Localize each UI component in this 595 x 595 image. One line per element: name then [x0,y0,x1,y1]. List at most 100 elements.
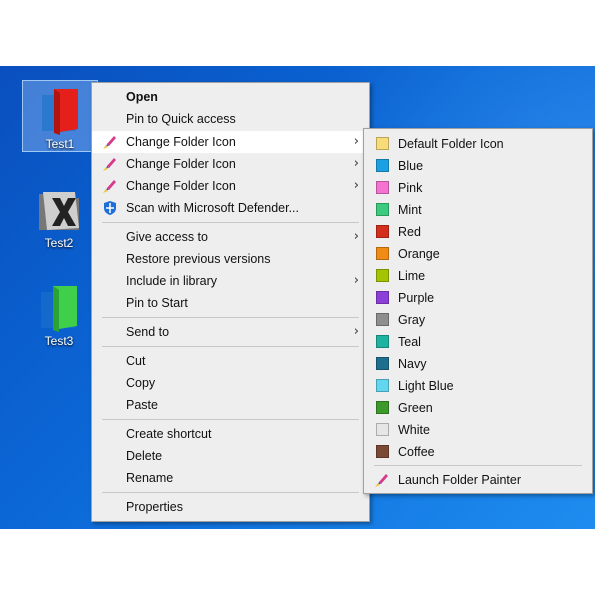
menu-item-label: Coffee [398,445,435,459]
submenu-item-blue[interactable]: Blue [364,155,592,177]
menu-item-label: Gray [398,313,426,327]
menu-item-label: Green [398,401,433,415]
color-swatch-icon [376,247,389,260]
chevron-right-icon: › [353,156,359,171]
folder-painter-icon [102,134,118,150]
menu-item-change-folder-icon[interactable]: Change Folder Icon › [92,131,369,153]
menu-divider [102,317,359,318]
menu-item-label: Light Blue [398,379,454,393]
menu-item-label: Copy [126,376,156,390]
menu-item-label: White [398,423,430,437]
submenu-item-navy[interactable]: Navy [364,353,592,375]
submenu-item-orange[interactable]: Orange [364,243,592,265]
menu-item-label: Navy [398,357,427,371]
menu-item-label: Scan with Microsoft Defender... [126,201,299,215]
menu-item-create-shortcut[interactable]: Create shortcut [92,423,369,445]
menu-item-label: Default Folder Icon [398,137,504,151]
color-swatch-icon [376,379,389,392]
defender-shield-icon [102,200,118,216]
submenu-item-green[interactable]: Green [364,397,592,419]
menu-item-label: Teal [398,335,421,349]
desktop-icon-test3[interactable]: Test3 [22,278,96,348]
menu-divider [102,346,359,347]
folder-painter-icon [374,472,390,488]
submenu-item-gray[interactable]: Gray [364,309,592,331]
menu-item-change-folder-icon[interactable]: Change Folder Icon › [92,175,369,197]
green-folder-icon [35,282,83,332]
menu-item-give-access[interactable]: Give access to › [92,226,369,248]
submenu-item-pink[interactable]: Pink [364,177,592,199]
submenu-item-coffee[interactable]: Coffee [364,441,592,463]
color-submenu: Default Folder Icon Blue Pink Mint Red Orange… [363,128,593,494]
menu-divider [374,465,582,466]
submenu-item-light-blue[interactable]: Light Blue [364,375,592,397]
menu-item-label: Cut [126,354,146,368]
menu-item-label: Lime [398,269,426,283]
menu-item-properties[interactable]: Properties [92,496,369,518]
chevron-right-icon: › [353,178,359,193]
menu-item-label: Create shortcut [126,427,212,441]
desktop-icon-label: Test1 [45,137,75,151]
menu-item-label: Change Folder Icon [126,135,236,149]
color-swatch-icon [376,401,389,414]
submenu-item-red[interactable]: Red [364,221,592,243]
menu-item-cut[interactable]: Cut [92,350,369,372]
color-swatch-icon [376,203,389,216]
color-swatch-icon [376,313,389,326]
menu-item-pin-start[interactable]: Pin to Start [92,292,369,314]
menu-item-pin-quick-access[interactable]: Pin to Quick access [92,108,369,130]
menu-item-scan-defender[interactable]: Scan with Microsoft Defender... [92,197,369,219]
menu-divider [102,492,359,493]
menu-item-label: Pink [398,181,423,195]
color-swatch-icon [376,335,389,348]
menu-item-label: Mint [398,203,422,217]
color-swatch-icon [376,159,389,172]
color-swatch-icon [376,445,389,458]
menu-item-paste[interactable]: Paste [92,394,369,416]
color-swatch-icon [376,225,389,238]
menu-item-label: Rename [126,471,174,485]
menu-divider [102,222,359,223]
desktop-icon-test1[interactable]: Test1 [22,80,98,152]
menu-item-label: Restore previous versions [126,252,271,266]
menu-item-launch-folder-painter[interactable]: Launch Folder Painter [364,469,592,491]
menu-item-rename[interactable]: Rename [92,467,369,489]
desktop-icon-test2[interactable]: Test2 [22,180,96,250]
menu-item-label: Pin to Start [126,296,188,310]
menu-item-open[interactable]: Open [92,86,369,108]
color-swatch-icon [376,181,389,194]
red-folder-icon [36,85,84,135]
menu-item-label: Include in library [126,274,218,288]
desktop-icon-label: Test3 [44,334,74,348]
chevron-right-icon: › [353,229,359,244]
menu-item-include-library[interactable]: Include in library › [92,270,369,292]
color-swatch-icon [376,423,389,436]
menu-item-label: Launch Folder Painter [398,473,521,487]
chevron-right-icon: › [353,134,359,149]
menu-item-label: Blue [398,159,424,173]
submenu-item-mint[interactable]: Mint [364,199,592,221]
menu-item-copy[interactable]: Copy [92,372,369,394]
submenu-item-teal[interactable]: Teal [364,331,592,353]
menu-item-change-folder-icon[interactable]: Change Folder Icon › [92,153,369,175]
menu-item-label: Send to [126,325,170,339]
menu-item-label: Orange [398,247,440,261]
submenu-item-white[interactable]: White [364,419,592,441]
submenu-item-lime[interactable]: Lime [364,265,592,287]
color-swatch-icon [376,357,389,370]
menu-item-send-to[interactable]: Send to › [92,321,369,343]
desktop-icon-label: Test2 [44,236,74,250]
chevron-right-icon: › [353,273,359,288]
menu-item-label: Purple [398,291,435,305]
submenu-item-default-folder-icon[interactable]: Default Folder Icon [364,133,592,155]
menu-item-restore-versions[interactable]: Restore previous versions [92,248,369,270]
menu-item-label: Give access to [126,230,208,244]
menu-item-label: Paste [126,398,158,412]
submenu-item-purple[interactable]: Purple [364,287,592,309]
folder-painter-icon [102,178,118,194]
menu-item-delete[interactable]: Delete [92,445,369,467]
chevron-right-icon: › [353,324,359,339]
menu-item-label: Red [398,225,421,239]
color-swatch-icon [376,291,389,304]
menu-item-label: Open [126,90,158,104]
